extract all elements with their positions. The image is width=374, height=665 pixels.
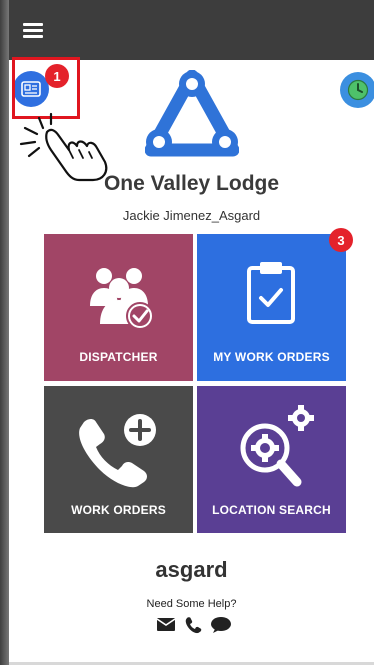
help-contact-icons	[156, 616, 232, 639]
clock-icon	[347, 79, 369, 101]
clipboard-check-icon	[247, 262, 295, 324]
envelope-icon[interactable]	[156, 616, 176, 639]
app-name-label: asgard	[155, 557, 228, 582]
location-search-tile[interactable]: LOCATION SEARCH	[197, 386, 346, 533]
clock-button[interactable]	[340, 72, 374, 108]
background-edge	[0, 0, 9, 665]
phone-icon[interactable]	[184, 616, 202, 639]
user-name-label: Jackie Jimenez_Asgard	[122, 208, 261, 223]
work-orders-count-badge: 3	[329, 228, 353, 252]
dispatcher-label: DISPATCHER	[79, 350, 158, 364]
location-search-label: LOCATION SEARCH	[212, 503, 331, 517]
gear-search-icon	[240, 405, 314, 487]
work-orders-tile[interactable]: WORK ORDERS	[44, 386, 193, 533]
work-orders-label: WORK ORDERS	[71, 503, 166, 517]
top-app-bar	[9, 0, 374, 60]
chat-icon[interactable]	[210, 616, 232, 639]
help-text: Need Some Help?	[146, 598, 237, 610]
dispatcher-tile[interactable]: DISPATCHER	[44, 234, 193, 381]
phone-plus-icon	[79, 414, 156, 488]
my-work-orders-tile[interactable]: MY WORK ORDERS	[197, 234, 346, 381]
hamburger-menu-icon[interactable]	[23, 23, 43, 39]
tri-circle-logo	[145, 70, 239, 157]
my-work-orders-label: MY WORK ORDERS	[213, 350, 330, 364]
app-screen: 1 One Valley Lodge Jackie Jimenez_Asgard	[9, 0, 374, 665]
people-check-icon	[90, 268, 154, 330]
lodge-name-title: One Valley Lodge	[103, 172, 280, 195]
